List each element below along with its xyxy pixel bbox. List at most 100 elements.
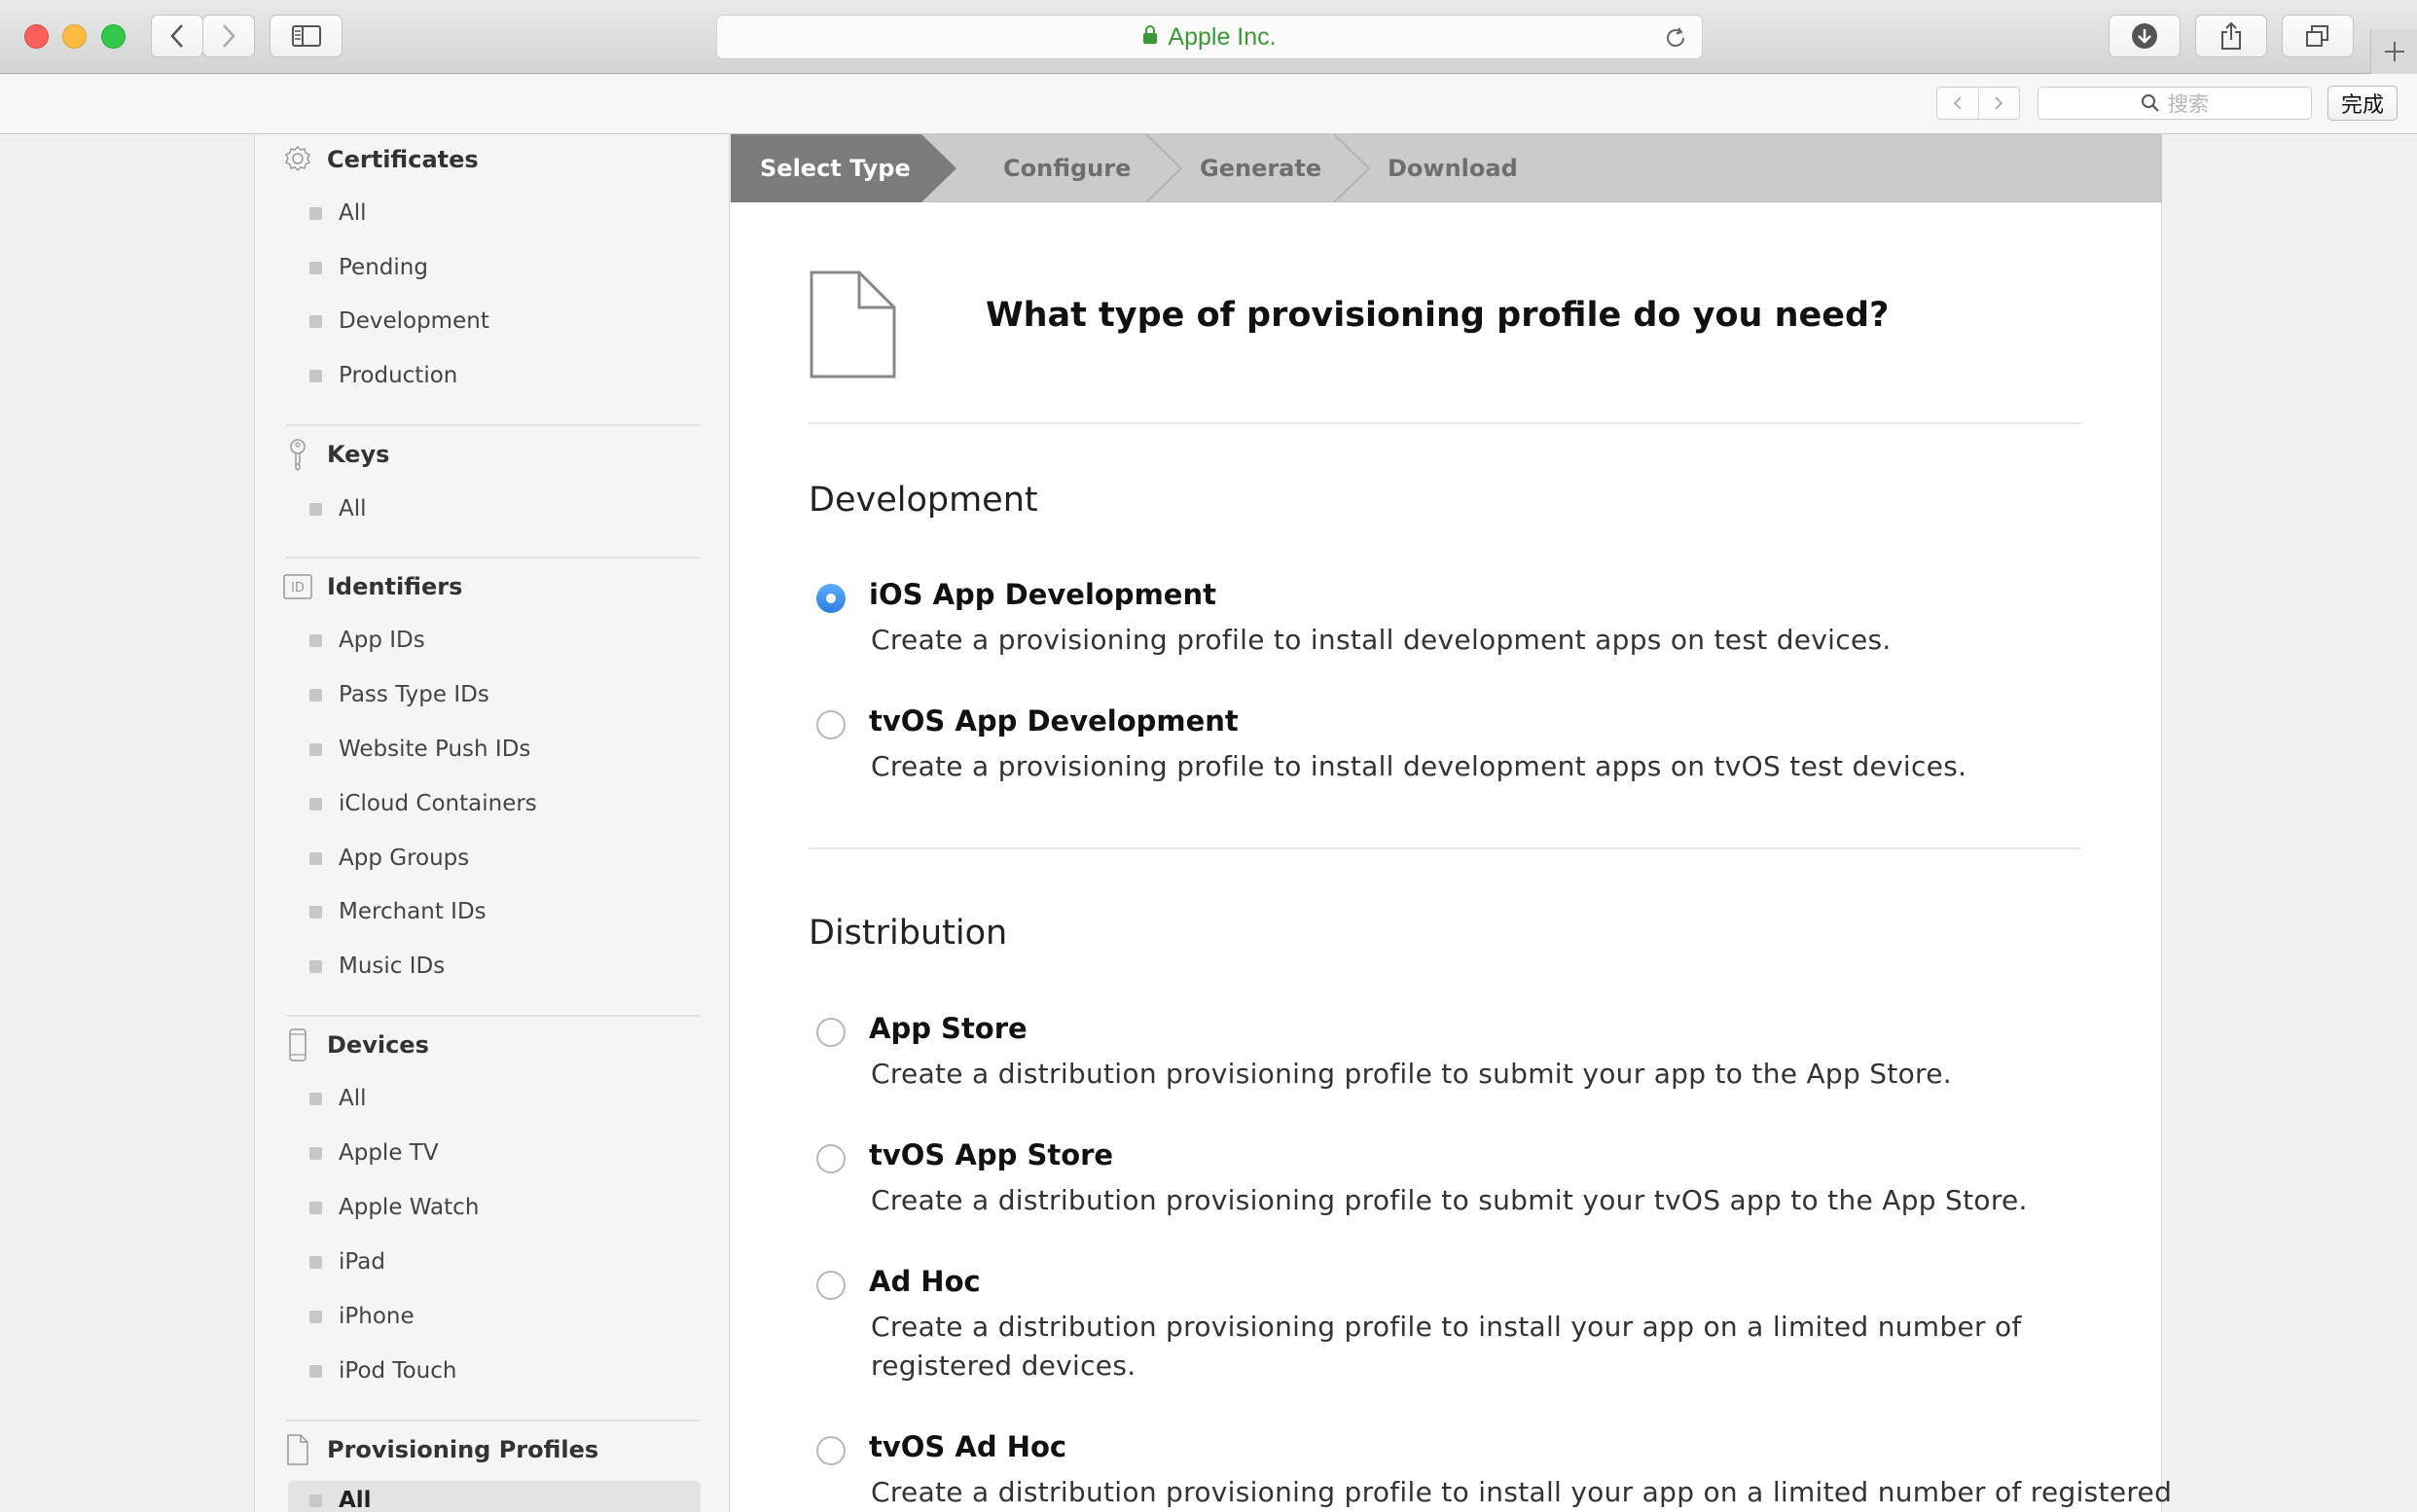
radio-button[interactable] (816, 710, 846, 739)
divider (286, 1420, 701, 1422)
sidebar-item-label: iPhone (339, 1304, 415, 1329)
find-previous-button[interactable] (1937, 88, 1979, 119)
phone-icon (282, 1027, 313, 1062)
sidebar-item-label: Production (339, 363, 458, 388)
sidebar-item-app-groups[interactable]: App Groups (309, 839, 699, 878)
sidebar-item-music-ids[interactable]: Music IDs (309, 947, 699, 986)
sidebar-section-identifiers[interactable]: ID Identifiers (282, 567, 462, 606)
sidebar-item-label: All (339, 1086, 367, 1111)
sidebar-item-certificates-all[interactable]: All (309, 194, 699, 233)
sidebar-item-iphone[interactable]: iPhone (309, 1297, 699, 1336)
bullet (309, 797, 322, 810)
option-label: App Store (869, 1012, 1028, 1045)
find-next-button[interactable] (1979, 88, 2020, 119)
zoom-window-button[interactable] (101, 24, 126, 49)
chevron-right-icon (1995, 96, 2003, 110)
page-title: What type of provisioning profile do you… (986, 296, 1890, 335)
bullet (309, 688, 322, 702)
radio-button[interactable] (816, 1144, 846, 1173)
bullet (309, 261, 322, 274)
sidebar-item-label: Pass Type IDs (339, 682, 489, 707)
sidebar-item-icloud-containers[interactable]: iCloud Containers (309, 784, 699, 823)
sidebar-item-pending[interactable]: Pending (309, 248, 699, 287)
sidebar-item-label: All (339, 496, 367, 522)
sidebar-item-devices-all[interactable]: All (309, 1079, 699, 1118)
option-description: Create a distribution provisioning profi… (871, 1311, 2022, 1382)
sidebar-section-keys[interactable]: Keys (282, 435, 389, 474)
bullet (309, 1092, 322, 1105)
step-select-type: Select Type (760, 155, 911, 182)
option-description: Create a distribution provisioning profi… (871, 1058, 1952, 1090)
sidebar-section-certificates[interactable]: Certificates (282, 140, 479, 179)
radio-button[interactable] (816, 584, 846, 613)
sidebar: Certificates All Pending Development Pro… (254, 134, 730, 1512)
sidebar-item-ipod-touch[interactable]: iPod Touch (309, 1351, 699, 1390)
web-page: Certificates All Pending Development Pro… (0, 134, 2417, 1512)
sidebar-item-label: Website Push IDs (339, 737, 531, 762)
close-window-button[interactable] (24, 24, 49, 49)
main-panel: Select Type Configure Generate Download … (731, 134, 2172, 1512)
sidebar-icon (291, 25, 321, 47)
sidebar-item-app-ids[interactable]: App IDs (309, 621, 699, 660)
sidebar-item-label: All (339, 1488, 372, 1512)
divider (809, 422, 2081, 424)
address-bar[interactable]: Apple Inc. (716, 15, 1703, 59)
option-label: tvOS App Store (869, 1138, 1114, 1171)
document-icon (810, 270, 896, 378)
chevron-right-icon (223, 24, 235, 48)
search-icon (2142, 94, 2159, 112)
sidebar-item-label: iPod Touch (339, 1358, 457, 1384)
sidebar-item-profiles-all[interactable]: All (288, 1481, 701, 1512)
sidebar-item-production[interactable]: Production (309, 356, 699, 395)
bullet (309, 1494, 322, 1507)
sidebar-item-pass-type-ids[interactable]: Pass Type IDs (309, 675, 699, 714)
step-generate: Generate (1200, 155, 1322, 182)
tabs-overview-button[interactable] (2282, 15, 2354, 57)
bullet (309, 502, 322, 516)
divider (286, 424, 701, 426)
divider (286, 1015, 701, 1017)
bullet (309, 742, 322, 756)
reload-icon[interactable] (1663, 25, 1688, 54)
chevron-left-icon (1953, 96, 1962, 110)
option-description: Create a provisioning profile to install… (871, 750, 1967, 782)
sidebar-section-devices[interactable]: Devices (282, 1026, 429, 1064)
radio-button[interactable] (816, 1436, 846, 1465)
section-title: Certificates (327, 146, 479, 173)
section-title: Identifiers (327, 573, 463, 600)
plus-icon (2384, 42, 2404, 61)
share-button[interactable] (2195, 15, 2267, 57)
section-heading-development: Development (809, 481, 1038, 520)
bullet (309, 1364, 322, 1378)
key-icon (282, 437, 313, 472)
sidebar-item-keys-all[interactable]: All (309, 489, 699, 528)
sidebar-item-website-push-ids[interactable]: Website Push IDs (309, 730, 699, 769)
bullet (309, 1310, 322, 1323)
sidebar-item-development[interactable]: Development (309, 302, 699, 341)
option-label: iOS App Development (869, 578, 1216, 611)
sidebar-item-apple-tv[interactable]: Apple TV (309, 1134, 699, 1172)
new-tab-button[interactable] (2370, 29, 2417, 74)
step-download: Download (1388, 155, 1518, 182)
sidebar-item-merchant-ids[interactable]: Merchant IDs (309, 892, 699, 931)
find-navigation (1936, 87, 2020, 120)
downloads-button[interactable] (2109, 15, 2181, 57)
sidebar-toggle-button[interactable] (270, 15, 343, 57)
bullet (309, 633, 322, 647)
radio-button[interactable] (816, 1271, 846, 1300)
sidebar-item-apple-watch[interactable]: Apple Watch (309, 1188, 699, 1227)
find-input[interactable]: 搜索 (2038, 87, 2312, 120)
find-done-button[interactable]: 完成 (2327, 86, 2398, 121)
option-label: tvOS App Development (869, 704, 1239, 738)
minimize-window-button[interactable] (62, 24, 87, 49)
radio-button[interactable] (816, 1018, 846, 1047)
forward-button[interactable] (202, 15, 255, 57)
sidebar-item-label: All (339, 200, 367, 226)
wizard-steps: Select Type Configure Generate Download (731, 134, 2162, 202)
lock-icon (1142, 25, 1158, 49)
back-button[interactable] (151, 15, 203, 57)
sidebar-section-provisioning-profiles[interactable]: Provisioning Profiles (282, 1430, 598, 1469)
sidebar-item-label: App Groups (339, 846, 470, 871)
sidebar-item-ipad[interactable]: iPad (309, 1242, 699, 1281)
option-description: Create a provisioning profile to install… (871, 624, 1892, 656)
